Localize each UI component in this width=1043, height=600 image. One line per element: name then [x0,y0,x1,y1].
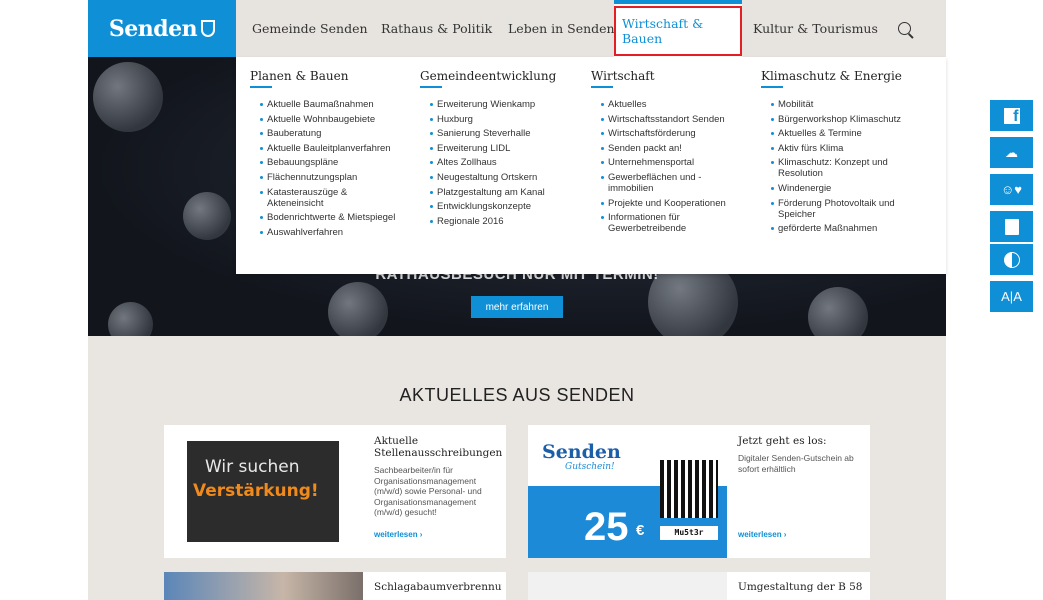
virus-decoration [108,302,153,336]
menu-link[interactable]: Aktuelles & Termine [761,128,926,139]
menu-column-title[interactable]: Gemeindeentwicklung [420,69,585,88]
read-more-link[interactable]: weiterlesen › [738,530,786,539]
menu-link[interactable]: Aktuelle Wohnbaugebiete [250,114,415,125]
menu-column-title[interactable]: Klimaschutz & Energie [761,69,926,88]
menu-link[interactable]: Wirtschaftsförderung [591,128,756,139]
more-info-button[interactable]: mehr erfahren [471,296,563,318]
job-ad-image: Wir suchen Verstärkung! [187,441,339,542]
voucher-value: 25 [584,505,629,549]
menu-link[interactable]: Erweiterung Wienkamp [420,99,585,110]
news-card[interactable]: Schlagabaumverbrennung über Ostern verbo… [164,572,506,600]
menu-column-wirtschaft: Wirtschaft Aktuelles Wirtschaftsstandort… [591,69,756,238]
image-text-line-2: Verstärkung! [193,481,319,501]
menu-link[interactable]: Neugestaltung Ortskern [420,172,585,183]
read-more-link[interactable]: weiterlesen › [374,530,422,539]
menu-link[interactable]: Auswahlverfahren [250,227,415,238]
news-card-title[interactable]: Jetzt geht es los: [738,435,868,447]
menu-link[interactable]: Gewerbeflächen und -immobilien [591,172,708,194]
site-logo[interactable]: Senden [88,0,236,57]
menu-link[interactable]: Huxburg [420,114,585,125]
voucher-logo: Senden [542,441,621,463]
nav-leben-in-senden[interactable]: Leben in Senden [508,0,615,57]
menu-link[interactable]: Projekte und Kooperationen [591,198,756,209]
font-size-button[interactable]: A|A [990,281,1033,312]
menu-link[interactable]: Senden packt an! [591,143,756,154]
cloud-icon: ☁ [1005,144,1018,160]
news-card-title[interactable]: Umgestaltung der B 58 [738,581,868,593]
menu-link[interactable]: Förderung Photovoltaik und Speicher [761,198,908,220]
menu-link[interactable]: Aktuelles [591,99,756,110]
virus-decoration [328,282,388,336]
menu-link[interactable]: Sanierung Steverhalle [420,128,585,139]
logo-text: Senden [108,15,198,42]
menu-link[interactable]: Aktuelle Baumaßnahmen [250,99,415,110]
news-card-text: Digitaler Senden-Gutschein ab sofort erh… [738,453,854,474]
nav-kultur-tourismus[interactable]: Kultur & Tourismus [753,0,878,57]
facebook-button[interactable]: f [990,100,1033,131]
menu-link[interactable]: Katasterauszüge & Akteneinsicht [250,187,367,209]
menu-column-title[interactable]: Planen & Bauen [250,69,415,88]
voucher-image: Senden Gutschein! 25 € Mu5t3r [528,425,727,558]
smiley-heart-icon: ☺♥ [1001,182,1022,197]
search-icon[interactable] [898,22,911,35]
news-card-image [164,572,363,600]
menu-link[interactable]: Platzgestaltung am Kanal [420,187,585,198]
menu-link[interactable]: Aktuelle Bauleitplanverfahren [250,143,415,154]
qr-code-icon [660,460,718,518]
voucher-subtitle: Gutschein! [565,462,615,472]
menu-link[interactable]: Regionale 2016 [420,216,585,227]
menu-link[interactable]: Unternehmensportal [591,157,756,168]
menu-column-title[interactable]: Wirtschaft [591,69,756,88]
news-card-title[interactable]: Schlagabaumverbrennung über Ostern verbo… [374,581,502,593]
menu-link[interactable]: Windenergie [761,183,926,194]
image-text-line-1: Wir suchen [205,457,300,477]
contacts-button[interactable] [990,211,1033,242]
address-book-icon [1004,218,1019,235]
menu-link[interactable]: Bebauungspläne [250,157,415,168]
nav-wirtschaft-bauen-label: Wirtschaft & Bauen [614,5,742,56]
menu-link[interactable]: Erweiterung LIDL [420,143,585,154]
contrast-icon [1003,251,1020,268]
news-card-title[interactable]: Aktuelle Stellenausschreibungen [374,435,504,459]
virus-decoration [808,287,868,336]
menu-link[interactable]: Informationen für Gewerbetreibende [591,212,708,234]
facebook-icon: f [1003,107,1020,124]
nav-rathaus-politik[interactable]: Rathaus & Politik [381,0,492,57]
font-size-icon: A|A [1001,289,1022,304]
menu-link[interactable]: geförderte Maßnahmen [761,223,926,234]
voucher-currency: € [636,522,645,539]
weather-button[interactable]: ☁ [990,137,1033,168]
menu-column-klimaschutz: Klimaschutz & Energie Mobilität Bürgerwo… [761,69,926,238]
menu-link[interactable]: Wirtschaftsstandort Senden [591,114,756,125]
menu-link[interactable]: Bodenrichtwerte & Mietspiegel [250,212,415,223]
virus-decoration [183,192,231,240]
virus-decoration [93,62,163,132]
menu-link[interactable]: Mobilität [761,99,926,110]
menu-link[interactable]: Klimaschutz: Konzept und Resolution [761,157,898,179]
menu-link[interactable]: Altes Zollhaus [420,157,585,168]
coat-of-arms-icon [201,20,216,37]
nav-gemeinde-senden[interactable]: Gemeinde Senden [252,0,368,57]
news-card-image [528,572,727,600]
news-card[interactable]: Umgestaltung der B 58 [528,572,870,600]
menu-link[interactable]: Bauberatung [250,128,415,139]
voucher-code: Mu5t3r [660,526,718,540]
news-section-title: AKTUELLES AUS SENDEN [399,385,635,405]
contrast-button[interactable] [990,244,1033,275]
nav-wirtschaft-bauen[interactable]: Wirtschaft & Bauen [614,0,742,57]
feedback-button[interactable]: ☺♥ [990,174,1033,205]
news-card-text: Sachbearbeiter/in für Organisationsmanag… [374,465,482,517]
news-card[interactable]: Senden Gutschein! 25 € Mu5t3r Jetzt geht… [528,425,870,558]
menu-link[interactable]: Entwicklungskonzepte [420,201,585,212]
mega-menu: Planen & Bauen Aktuelle Baumaßnahmen Akt… [236,57,946,274]
menu-link[interactable]: Bürgerworkshop Klimaschutz [761,114,926,125]
news-card[interactable]: Wir suchen Verstärkung! Aktuelle Stellen… [164,425,506,558]
menu-link[interactable]: Aktiv fürs Klima [761,143,926,154]
menu-column-gemeindeentwicklung: Gemeindeentwicklung Erweiterung Wienkamp… [420,69,585,230]
menu-link[interactable]: Flächennutzungsplan [250,172,415,183]
menu-column-planen-bauen: Planen & Bauen Aktuelle Baumaßnahmen Akt… [250,69,415,241]
